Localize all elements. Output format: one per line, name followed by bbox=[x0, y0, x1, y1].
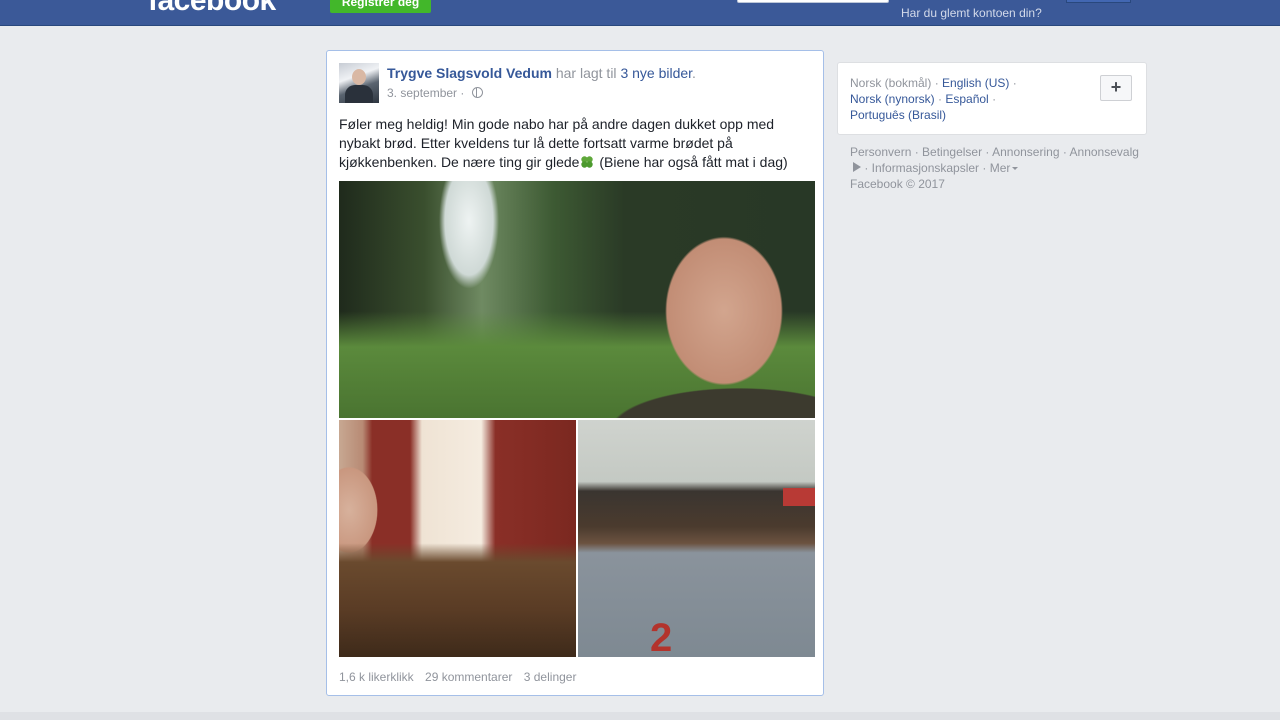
login-button[interactable] bbox=[1066, 0, 1131, 3]
forgot-account-link[interactable]: Har du glemt kontoen din? bbox=[901, 6, 1042, 20]
register-button[interactable]: Registrer deg bbox=[330, 0, 431, 13]
post-text-tail: (Biene har også fått mat i dag) bbox=[595, 154, 788, 170]
avatar-head bbox=[352, 69, 366, 85]
current-language: Norsk (bokmål) bbox=[850, 76, 932, 90]
likes-count[interactable]: 1,6 k likerklikk bbox=[339, 670, 414, 684]
photo-beehive[interactable]: 2 bbox=[578, 420, 815, 657]
footer-link-privacy[interactable]: Personvern bbox=[850, 145, 911, 159]
footer-link-more[interactable]: Mer bbox=[990, 161, 1011, 175]
facebook-logo[interactable]: facebook bbox=[148, 0, 276, 16]
top-navigation-bar: facebook Registrer deg Har du glemt kont… bbox=[0, 0, 1280, 26]
post-meta: 3. september · bbox=[387, 86, 483, 100]
footer-links: Personvern · Betingelser · Annonsering ·… bbox=[850, 145, 1139, 191]
headline-period: . bbox=[692, 65, 696, 81]
footer-link-adchoices[interactable]: Annonsevalg bbox=[1070, 145, 1139, 159]
add-language-button[interactable]: + bbox=[1100, 75, 1132, 101]
footer-link-cookies[interactable]: Informasjonskapsler bbox=[872, 161, 979, 175]
language-link-english[interactable]: English (US) bbox=[942, 76, 1009, 90]
photos-link[interactable]: 3 nye bilder bbox=[620, 65, 692, 81]
language-list: Norsk (bokmål) · English (US) · Norsk (n… bbox=[850, 76, 1017, 122]
shares-count[interactable]: 3 delinger bbox=[524, 670, 577, 684]
photo-selfie-forest-path[interactable] bbox=[339, 181, 815, 418]
bottom-shade bbox=[0, 712, 1280, 720]
post-stats: 1,6 k likerklikk 29 kommentarer 3 deling… bbox=[339, 670, 584, 684]
copyright: Facebook © 2017 bbox=[850, 177, 945, 191]
caret-down-icon bbox=[1012, 167, 1019, 170]
password-field[interactable] bbox=[737, 0, 889, 3]
globe-icon[interactable] bbox=[471, 87, 483, 98]
comments-count[interactable]: 29 kommentarer bbox=[425, 670, 512, 684]
post-text: Føler meg heldig! Min gode nabo har på a… bbox=[339, 115, 809, 172]
red-barn-detail bbox=[783, 488, 815, 506]
language-link-espanol[interactable]: Español bbox=[945, 92, 988, 106]
language-selector: Norsk (bokmål) · English (US) · Norsk (n… bbox=[837, 62, 1147, 135]
post-card: Trygve Slagsvold Vedum har lagt til 3 ny… bbox=[326, 50, 824, 696]
meta-separator: · bbox=[457, 86, 465, 100]
language-link-nynorsk[interactable]: Norsk (nynorsk) bbox=[850, 92, 935, 106]
post-headline: Trygve Slagsvold Vedum har lagt til 3 ny… bbox=[387, 65, 696, 81]
hive-number-marking: 2 bbox=[650, 616, 673, 657]
avatar-torso bbox=[345, 85, 373, 103]
footer-link-advertising[interactable]: Annonsering bbox=[992, 145, 1059, 159]
four-leaf-clover-icon bbox=[581, 156, 594, 168]
language-link-portugues[interactable]: Português (Brasil) bbox=[850, 108, 946, 122]
post-date-link[interactable]: 3. september bbox=[387, 86, 457, 100]
action-text: har lagt til bbox=[551, 65, 621, 81]
footer-link-terms[interactable]: Betingelser bbox=[922, 145, 982, 159]
author-avatar[interactable] bbox=[339, 63, 379, 103]
photo-bread-loaf[interactable] bbox=[339, 420, 576, 657]
adchoices-icon bbox=[853, 162, 861, 172]
author-name-link[interactable]: Trygve Slagsvold Vedum bbox=[387, 65, 552, 81]
